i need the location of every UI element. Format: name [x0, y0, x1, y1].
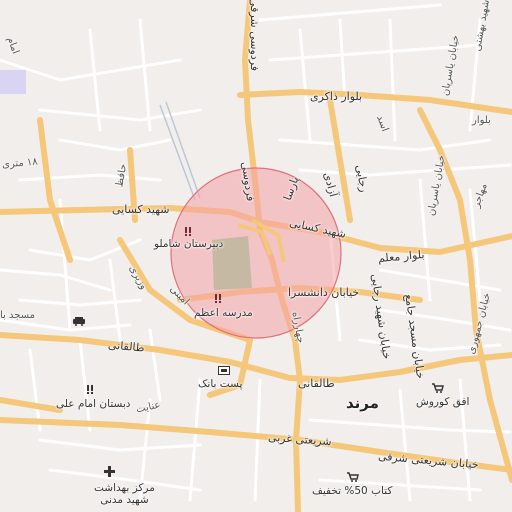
poi-post-bank[interactable]: پست بانک — [198, 378, 242, 390]
street-label-taleghani-east: طالقانی — [298, 377, 335, 390]
school-icon[interactable] — [184, 226, 196, 238]
car-icon[interactable] — [72, 316, 86, 326]
medical-cross-icon[interactable] — [104, 466, 116, 478]
street-label-masjed-bagh: مسجد با — [0, 310, 35, 321]
district-block — [0, 70, 26, 94]
map-view[interactable]: شهید کسایی شهید کسایی بلوار معلم بلوار ذ… — [0, 0, 512, 512]
bank-icon[interactable] — [218, 366, 230, 376]
school-icon[interactable] — [86, 384, 98, 396]
poi-book-discount[interactable]: کتاب 50% تخفیف — [312, 485, 392, 497]
street-label-boulevard-zakeri: بلوار ذاکری — [310, 90, 363, 103]
school-icon[interactable] — [214, 293, 226, 305]
poi-health-center[interactable]: مرکز بهداشت شهید مدنی — [94, 482, 155, 506]
poi-ofogh-kourosh[interactable]: افق کوروش — [416, 396, 469, 408]
poi-school-emam-ali[interactable]: دبستان امام علی — [56, 398, 130, 410]
street-label-ferdowsi-north: فردوسی شرقی — [248, 0, 262, 72]
street-label-boulevard-east: بلوار — [472, 115, 491, 126]
poi-school-shamloo[interactable]: دبیرستان شاملو — [154, 238, 223, 250]
shopping-cart-icon[interactable] — [347, 472, 359, 482]
poi-school-azam[interactable]: مدرسه اعظم — [194, 307, 253, 319]
city-label: مرند — [346, 394, 379, 412]
street-label-kasaei-west: شهید کسایی — [112, 203, 170, 216]
shopping-cart-icon[interactable] — [432, 383, 444, 393]
street-label-daneshsara: خیابان دانشسرا — [288, 286, 360, 299]
map-canvas — [0, 0, 512, 512]
